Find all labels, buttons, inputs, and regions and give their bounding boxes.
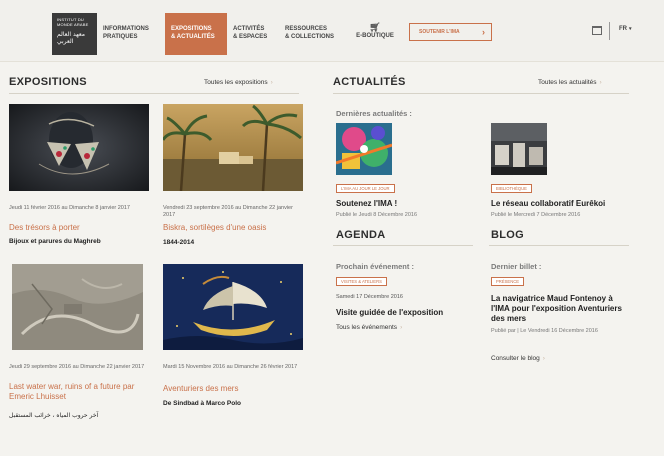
all-events-link[interactable]: Tous les événements › — [336, 324, 402, 331]
post-meta: Publié par | Le Vendredi 16 Décembre 201… — [491, 328, 598, 334]
news-meta: Publié le Jeudi 8 Décembre 2016 — [336, 212, 418, 218]
nav-e-boutique[interactable]: 🛒︎ E-boutique — [349, 13, 401, 55]
cart-icon: 🛒︎ — [369, 22, 381, 32]
chevron-right-icon: › — [270, 79, 273, 86]
expo-thumb-bijoux[interactable] — [9, 104, 149, 191]
section-divider — [333, 245, 473, 246]
all-expositions-label: Toutes les expositions — [204, 79, 268, 86]
ship-illustration — [163, 264, 303, 350]
ruins-photo — [12, 264, 143, 350]
news-meta: Publié le Mercredi 7 Décembre 2016 — [491, 212, 581, 218]
nav-label-line2: pratiques — [103, 34, 138, 40]
nav-activites-espaces[interactable]: Activités & espaces — [227, 13, 279, 55]
agenda-title: Agenda — [336, 229, 386, 241]
blog-title: Blog — [491, 229, 524, 241]
oasis-painting — [163, 104, 303, 191]
all-actualites-label: Toutes les actualités — [538, 79, 597, 86]
nav-informations-pratiques[interactable]: Informations pratiques — [97, 13, 165, 55]
language-label: FR — [619, 26, 627, 32]
post-title-link[interactable]: La navigatrice Maud Fontenoy à l'IMA pou… — [491, 294, 631, 324]
consult-blog-link[interactable]: Consulter le blog › — [491, 355, 545, 362]
nav-label-line1: Expositions — [171, 26, 212, 32]
news-thumb-soutenez[interactable] — [336, 123, 392, 175]
all-events-label: Tous les événements — [336, 324, 398, 331]
nav-label-line2: & espaces — [233, 34, 268, 40]
chevron-down-icon: ▾ — [629, 26, 632, 32]
expo-thumb-aventuriers[interactable] — [163, 264, 303, 350]
expo-date: Vendredi 23 septembre 2016 au Dimanche 2… — [163, 205, 293, 218]
header-separator — [609, 22, 610, 40]
expo-subtitle: De Sindbad à Marco Polo — [163, 400, 242, 407]
expo-thumb-last-water-war[interactable] — [12, 264, 143, 350]
nav-label-line1: Ressources — [285, 26, 328, 32]
nav-label-line1: Informations — [103, 26, 149, 32]
jewelry-photo — [9, 104, 149, 191]
support-label: Soutenir l'IMA — [419, 29, 460, 35]
expo-title-link[interactable]: Aventuriers des mers — [163, 384, 303, 394]
news-category-tag[interactable]: Bibliothèque — [491, 184, 532, 193]
library-photo — [491, 123, 547, 175]
consult-blog-label: Consulter le blog — [491, 355, 540, 362]
expo-title-link[interactable]: Des trésors à porter — [9, 223, 149, 233]
chevron-right-icon: › — [599, 79, 602, 86]
expo-subtitle: Bijoux et parures du Maghreb — [9, 238, 101, 245]
chevron-right-icon: › — [400, 324, 403, 331]
actualites-title: Actualités — [333, 76, 406, 88]
latest-news-subhead: Dernières actualités : — [336, 109, 412, 118]
nav-label-line2: & actualités — [171, 34, 215, 40]
expo-date: Jeudi 29 septembre 2016 au Dimanche 22 j… — [9, 364, 145, 370]
site-header: INSTITUT DU MONDE ARABE معهد العالم العر… — [0, 0, 664, 62]
calendar-icon[interactable] — [592, 26, 602, 35]
chevron-right-icon: › — [542, 355, 545, 362]
news-title-link[interactable]: Soutenez l'IMA ! — [336, 199, 476, 209]
logo-arabic-text: معهد العالم العربي — [57, 31, 85, 45]
section-divider — [489, 245, 629, 246]
nav-ressources-collections[interactable]: Ressources & collections — [279, 13, 349, 55]
news-title-link[interactable]: Le réseau collaboratif Eurêkoi — [491, 199, 631, 209]
latest-post-subhead: Dernier billet : — [491, 262, 542, 271]
chevron-right-icon: › — [482, 27, 485, 37]
nav-label-line1: Activités — [233, 26, 265, 32]
nav-expositions-actualites[interactable]: Expositions & actualités — [165, 13, 227, 55]
support-ima-button[interactable]: Soutenir l'IMA › — [409, 23, 492, 41]
section-divider — [333, 93, 629, 94]
language-selector[interactable]: FR ▾ — [619, 26, 632, 32]
event-category-tag[interactable]: Visites & ateliers — [336, 277, 387, 286]
nav-label-line1: E-boutique — [356, 33, 394, 39]
main-nav: Informations pratiques Expositions & act… — [97, 13, 401, 55]
post-category-tag[interactable]: Présence — [491, 277, 525, 286]
nav-label-line2: & collections — [285, 34, 334, 40]
expositions-title: Expositions — [9, 76, 87, 88]
all-actualites-link[interactable]: Toutes les actualités › — [538, 79, 602, 86]
expo-subtitle-arabic: آخر حروب المياه ، خرائب المستقبل — [9, 412, 99, 419]
expo-title-link[interactable]: Last water war, ruins of a future par Em… — [9, 382, 149, 402]
expo-title-link[interactable]: Biskra, sortilèges d'une oasis — [163, 223, 303, 233]
expo-thumb-biskra[interactable] — [163, 104, 303, 191]
section-divider — [9, 93, 299, 94]
ima-logo[interactable]: INSTITUT DU MONDE ARABE معهد العالم العر… — [52, 13, 97, 55]
event-title-link[interactable]: Visite guidée de l'exposition — [336, 308, 476, 318]
event-date: Samedi 17 Décembre 2016 — [336, 294, 403, 300]
logo-text: INSTITUT DU MONDE ARABE — [57, 17, 89, 27]
news-category-tag[interactable]: L'IMA au jour le jour — [336, 184, 395, 193]
expo-subtitle: 1844-2014 — [163, 239, 195, 246]
expo-date: Jeudi 11 février 2016 au Dimanche 8 janv… — [9, 205, 130, 211]
expo-date: Mardi 15 Novembre 2016 au Dimanche 26 fé… — [163, 364, 298, 370]
news-thumb-eurekoi[interactable] — [491, 123, 547, 175]
colorful-artwork — [336, 123, 392, 175]
next-event-subhead: Prochain événement : — [336, 262, 414, 271]
all-expositions-link[interactable]: Toutes les expositions › — [204, 79, 273, 86]
